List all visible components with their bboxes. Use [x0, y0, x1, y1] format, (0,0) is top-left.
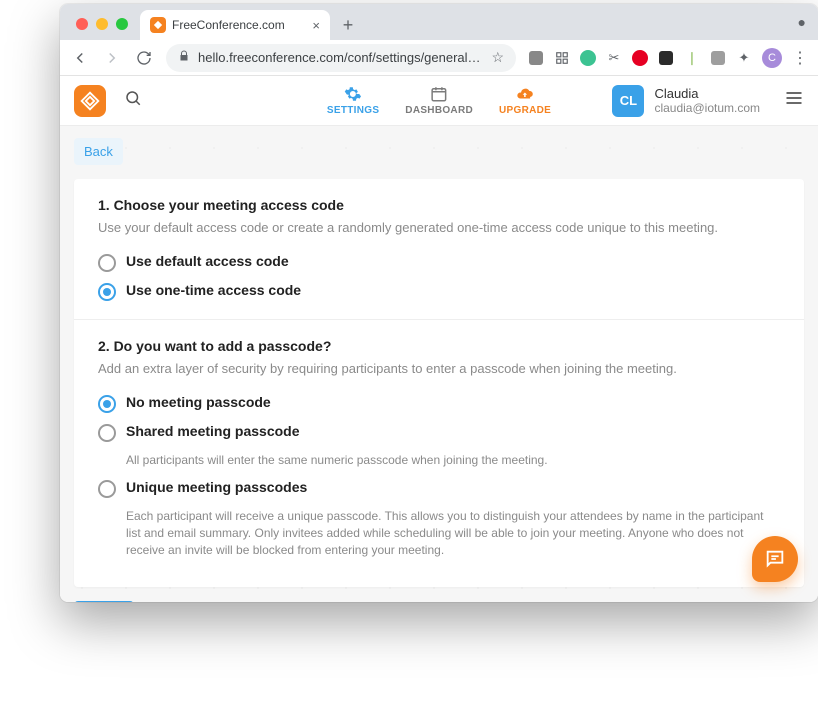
radio-unique-passcodes[interactable]: Unique meeting passcodes [98, 479, 780, 498]
search-button[interactable] [124, 89, 142, 112]
radio-shared-passcode[interactable]: Shared meeting passcode [98, 423, 780, 442]
back-button[interactable]: Back [74, 138, 123, 165]
radio-no-passcode[interactable]: No meeting passcode [98, 394, 780, 413]
chat-icon [764, 548, 786, 570]
user-menu[interactable]: CL Claudia claudia@iotum.com [612, 85, 804, 117]
nav-dashboard-label: DASHBOARD [405, 105, 473, 116]
header-nav: SETTINGS DASHBOARD UPGRADE [327, 85, 551, 116]
extension-leaf-icon[interactable]: ❘ [684, 50, 700, 66]
browser-menu-icon[interactable]: ⋮ [792, 48, 808, 68]
radio-shared-desc: All participants will enter the same num… [126, 452, 780, 469]
radio-icon [98, 480, 116, 498]
radio-label: Unique meeting passcodes [126, 479, 307, 495]
extensions-puzzle-icon[interactable]: ✦ [736, 50, 752, 66]
user-email: claudia@iotum.com [654, 101, 760, 115]
extension-pinterest-icon[interactable] [632, 50, 648, 66]
divider [74, 319, 804, 320]
user-name: Claudia [654, 86, 760, 102]
window-controls [70, 18, 134, 40]
browser-window: FreeConference.com × + ● hello.freeconfe… [60, 4, 818, 602]
radio-icon [98, 283, 116, 301]
user-meta: Claudia claudia@iotum.com [654, 86, 760, 116]
tab-title: FreeConference.com [172, 18, 306, 32]
extension-green-icon[interactable] [580, 50, 596, 66]
minimize-window-button[interactable] [96, 18, 108, 30]
user-avatar: CL [612, 85, 644, 117]
nav-upgrade-label: UPGRADE [499, 105, 551, 116]
section1-title: 1. Choose your meeting access code [98, 197, 780, 213]
extension-grid-icon[interactable] [554, 50, 570, 66]
settings-card: 1. Choose your meeting access code Use y… [74, 179, 804, 587]
radio-label: No meeting passcode [126, 394, 271, 410]
app-logo[interactable] [74, 85, 106, 117]
content-area: Back 1. Choose your meeting access code … [60, 126, 818, 602]
radio-icon [98, 424, 116, 442]
gear-icon [344, 85, 362, 103]
browser-tab[interactable]: FreeConference.com × [140, 10, 330, 40]
lock-icon [178, 50, 190, 65]
extension-dark-icon[interactable] [658, 50, 674, 66]
save-button[interactable]: Save [74, 601, 134, 602]
extension-scissors-icon[interactable]: ✂ [606, 50, 622, 66]
toolbar: hello.freeconference.com/conf/settings/g… [60, 40, 818, 76]
maximize-window-button[interactable] [116, 18, 128, 30]
radio-default-access-code[interactable]: Use default access code [98, 253, 780, 272]
calendar-icon [430, 85, 448, 103]
radio-onetime-access-code[interactable]: Use one-time access code [98, 282, 780, 301]
close-window-button[interactable] [76, 18, 88, 30]
profile-avatar-icon[interactable]: C [762, 48, 782, 68]
bookmark-star-icon[interactable]: ☆ [491, 49, 504, 66]
nav-upgrade[interactable]: UPGRADE [499, 85, 551, 116]
cloud-upload-icon [516, 85, 534, 103]
tab-close-icon[interactable]: × [312, 18, 320, 33]
app-header: SETTINGS DASHBOARD UPGRADE CL Claudia cl… [60, 76, 818, 126]
nav-dashboard[interactable]: DASHBOARD [405, 85, 473, 116]
extension-icons: ✂ ❘ ✦ C ⋮ [528, 48, 808, 68]
radio-icon [98, 395, 116, 413]
section2-title: 2. Do you want to add a passcode? [98, 338, 780, 354]
new-tab-button[interactable]: + [334, 11, 362, 39]
forward-nav-icon[interactable] [102, 48, 122, 68]
nav-settings[interactable]: SETTINGS [327, 85, 379, 116]
radio-label: Use default access code [126, 253, 289, 269]
tab-favicon [150, 17, 166, 33]
section2-subtitle: Add an extra layer of security by requir… [98, 360, 780, 378]
reload-icon[interactable] [134, 48, 154, 68]
hamburger-menu-icon[interactable] [784, 88, 804, 113]
radio-label: Use one-time access code [126, 282, 301, 298]
radio-label: Shared meeting passcode [126, 423, 300, 439]
section1-subtitle: Use your default access code or create a… [98, 219, 780, 237]
nav-settings-label: SETTINGS [327, 105, 379, 116]
tab-strip: FreeConference.com × + ● [60, 4, 818, 40]
radio-icon [98, 254, 116, 272]
radio-unique-desc: Each participant will receive a unique p… [126, 508, 780, 558]
extension-camera-icon[interactable] [528, 50, 544, 66]
chat-fab[interactable] [752, 536, 798, 582]
url-text: hello.freeconference.com/conf/settings/g… [198, 50, 483, 65]
address-bar[interactable]: hello.freeconference.com/conf/settings/g… [166, 44, 516, 72]
back-nav-icon[interactable] [70, 48, 90, 68]
tab-overflow-icon[interactable]: ● [798, 14, 806, 30]
extension-gray-icon[interactable] [710, 50, 726, 66]
